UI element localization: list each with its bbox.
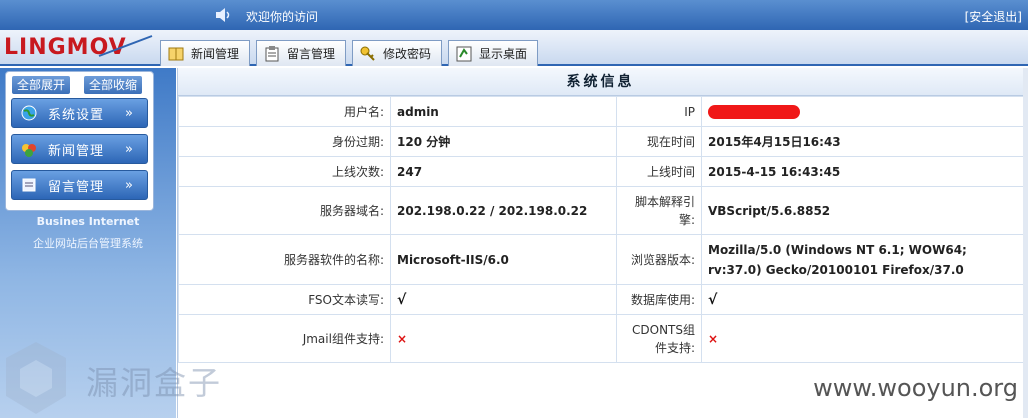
- chevron-right-icon: »: [125, 105, 133, 121]
- system-info-table: 用户名: admin IP 身份过期: 120 分钟 现在时间 2015年4月1…: [178, 96, 1024, 363]
- welcome-text: 欢迎你的访问: [246, 10, 319, 24]
- browser-version-value: Mozilla/5.0 (Windows NT 6.1; WOW64; rv:3…: [701, 234, 1024, 285]
- database-label: 数据库使用:: [616, 284, 702, 315]
- clipboard-icon: [265, 45, 279, 61]
- lingmov-logo: LINGMOV: [4, 35, 153, 60]
- desktop-icon: [456, 46, 472, 61]
- sidebar-item-news-manage[interactable]: 新闻管理 »: [11, 134, 148, 164]
- current-time-value: 2015年4月15日16:43: [701, 126, 1024, 157]
- book-icon: [168, 47, 184, 60]
- server-software-label: 服务器软件的名称:: [178, 234, 391, 285]
- sidebar-item-label: 新闻管理: [48, 143, 105, 159]
- cross-mark: ×: [708, 331, 719, 346]
- expire-label: 身份过期:: [178, 126, 391, 157]
- logout-link[interactable]: [安全退出]: [965, 8, 1022, 25]
- table-row: 服务器域名: 202.198.0.22 / 202.198.0.22 脚本解释引…: [178, 186, 1024, 235]
- vertical-scrollbar[interactable]: [1023, 68, 1028, 418]
- key-icon: [360, 46, 375, 61]
- table-row: 上线次数: 247 上线时间 2015-4-15 16:43:45: [178, 156, 1024, 187]
- ip-label: IP: [616, 96, 702, 127]
- tab-label: 新闻管理: [191, 47, 240, 61]
- sidebar-item-label: 系统设置: [48, 107, 105, 123]
- speaker-icon[interactable]: [214, 7, 234, 23]
- tab-label: 显示桌面: [479, 47, 528, 61]
- brand-title: Busines Internet: [36, 215, 140, 228]
- tab-message-manage[interactable]: 留言管理: [256, 40, 347, 66]
- top-tabs: 新闻管理 留言管理 修改密码 显示桌面: [160, 40, 539, 66]
- sidebar-item-system-settings[interactable]: 系统设置 »: [11, 98, 148, 128]
- globe-icon: [21, 105, 37, 121]
- sidebar-item-message-manage[interactable]: 留言管理 »: [11, 170, 148, 200]
- sidebar-item-label: 留言管理: [48, 179, 105, 195]
- table-row: Jmail组件支持: × CDONTS组件支持: ×: [178, 314, 1024, 363]
- watermark-site: www.wooyun.org: [813, 374, 1018, 402]
- chevron-right-icon: »: [125, 177, 133, 193]
- chevron-right-icon: »: [125, 141, 133, 157]
- expire-value: 120 分钟: [390, 126, 617, 157]
- tab-change-password[interactable]: 修改密码: [352, 40, 443, 66]
- fso-value: √: [390, 284, 617, 315]
- script-engine-label: 脚本解释引擎:: [616, 186, 702, 235]
- table-row: FSO文本读写: √ 数据库使用: √: [178, 284, 1024, 315]
- username-value: admin: [390, 96, 617, 127]
- server-domain-label: 服务器域名:: [178, 186, 391, 235]
- database-value: √: [701, 284, 1024, 315]
- server-software-value: Microsoft-IIS/6.0: [390, 234, 617, 285]
- collapse-all-button[interactable]: 全部收缩: [84, 76, 143, 94]
- tab-news-manage[interactable]: 新闻管理: [160, 40, 251, 66]
- jmail-label: Jmail组件支持:: [178, 314, 391, 363]
- expand-all-button[interactable]: 全部展开: [12, 76, 71, 94]
- redaction-mark: [708, 104, 800, 119]
- system-info-title: 系统信息: [178, 68, 1023, 96]
- table-row: 身份过期: 120 分钟 现在时间 2015年4月15日16:43: [178, 126, 1024, 157]
- tab-label: 留言管理: [287, 47, 336, 61]
- top-bar: 欢迎你的访问 [安全退出]: [0, 0, 1028, 30]
- cross-mark: ×: [397, 331, 408, 346]
- current-time-label: 现在时间: [616, 126, 702, 157]
- cdonts-label: CDONTS组件支持:: [616, 314, 702, 363]
- sidebar-panel: 全部展开 全部收缩 系统设置 » 新闻管理 » 留言管理 »: [5, 71, 154, 211]
- fso-label: FSO文本读写:: [178, 284, 391, 315]
- server-domain-value: 202.198.0.22 / 202.198.0.22: [390, 186, 617, 235]
- cdonts-value: ×: [701, 314, 1024, 363]
- browser-version-label: 浏览器版本:: [616, 234, 702, 285]
- system-info-panel: 系统信息 用户名: admin IP 身份过期: 120 分钟 现在时间 201…: [177, 68, 1024, 418]
- login-count-value: 247: [390, 156, 617, 187]
- login-time-label: 上线时间: [616, 156, 702, 187]
- login-time-value: 2015-4-15 16:43:45: [701, 156, 1024, 187]
- script-engine-value: VBScript/5.6.8852: [701, 186, 1024, 235]
- username-label: 用户名:: [178, 96, 391, 127]
- svg-text:LINGMOV: LINGMOV: [4, 35, 127, 60]
- watermark-cube-icon: [6, 342, 66, 414]
- table-row: 用户名: admin IP: [178, 96, 1024, 127]
- brand-subtitle: 企业网站后台管理系统: [33, 237, 143, 250]
- tab-label: 修改密码: [383, 47, 432, 61]
- check-mark: √: [708, 291, 718, 308]
- login-count-label: 上线次数:: [178, 156, 391, 187]
- news-icon: [22, 144, 36, 157]
- tab-show-desktop[interactable]: 显示桌面: [448, 40, 539, 66]
- jmail-value: ×: [390, 314, 617, 363]
- table-row: 服务器软件的名称: Microsoft-IIS/6.0 浏览器版本: Mozil…: [178, 234, 1024, 285]
- ip-value: [701, 96, 1024, 127]
- watermark-text: 漏洞盒子: [86, 364, 223, 402]
- message-icon: [22, 178, 36, 192]
- check-mark: √: [397, 291, 407, 308]
